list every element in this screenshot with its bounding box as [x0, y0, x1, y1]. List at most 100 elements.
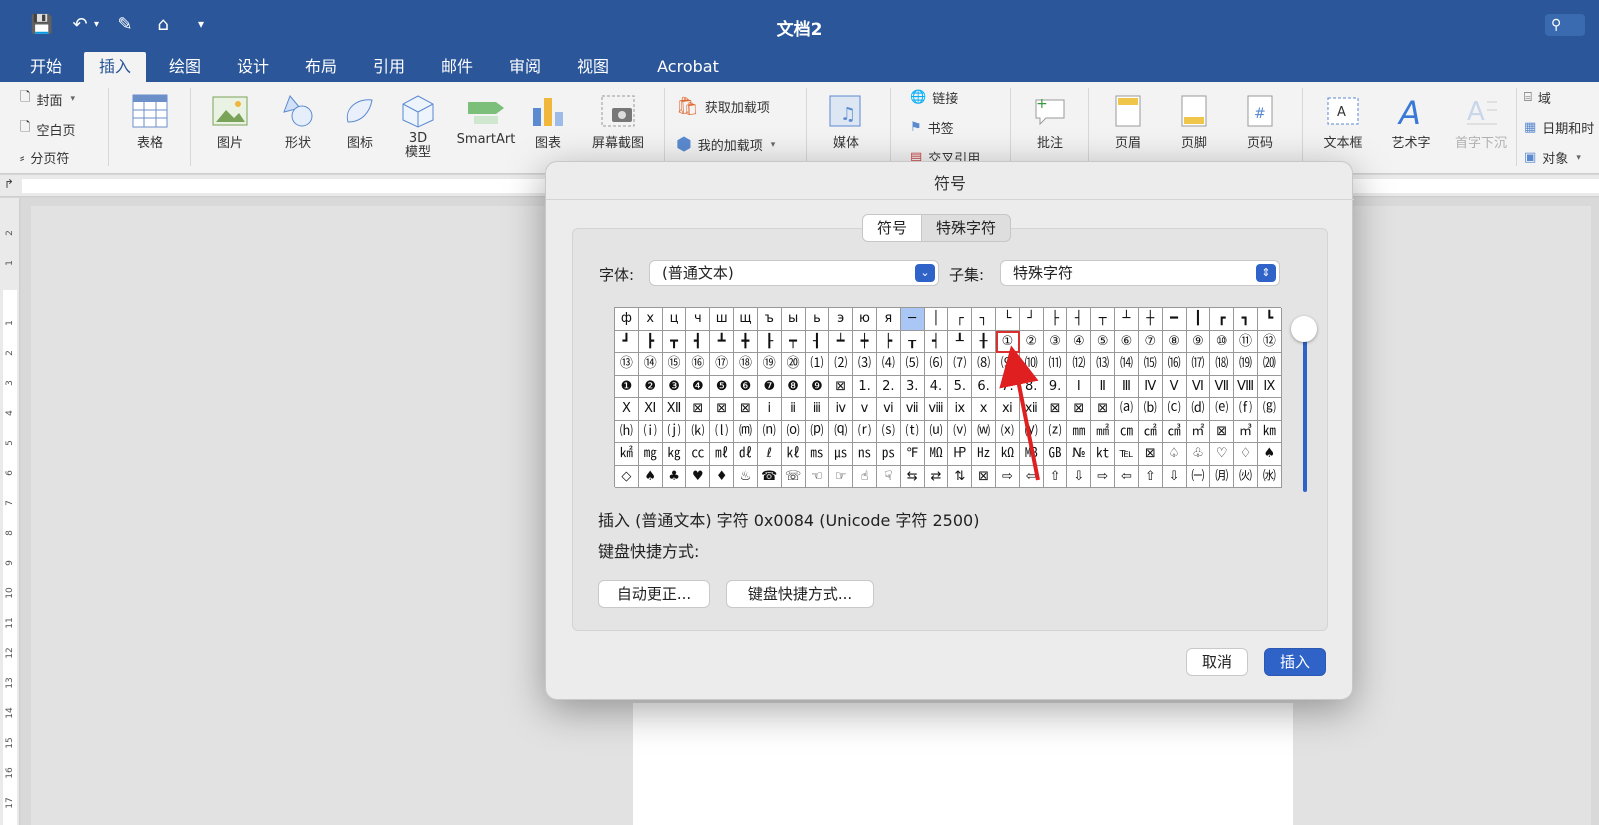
textbox-button[interactable]: A 文本框 [1312, 94, 1374, 151]
symbol-cell[interactable]: ㏁ [924, 443, 949, 466]
symbol-cell[interactable]: ⅱ [781, 398, 806, 421]
symbol-cell[interactable]: ❽ [781, 375, 806, 398]
symbol-cell[interactable]: ㎰ [876, 443, 901, 466]
symbol-cell[interactable]: ⑬ [615, 353, 639, 376]
symbol-cell[interactable]: ♥ [686, 465, 711, 488]
symbol-cell[interactable]: ⒜ [1115, 398, 1139, 421]
symbol-cell[interactable]: ⑧ [1162, 330, 1187, 353]
symbol-cell[interactable]: ┃ [1186, 308, 1211, 331]
symbol-cell[interactable]: ⇨ [1091, 465, 1116, 488]
symbol-cell[interactable]: ⅸ [948, 398, 973, 421]
symbol-cell[interactable]: ⊠ [710, 398, 735, 421]
symbol-cell[interactable]: ❹ [686, 375, 711, 398]
symbol-cell[interactable]: ⒆ [1234, 353, 1258, 376]
symbol-cell[interactable]: ⑼ [996, 353, 1020, 376]
symbol-cell[interactable]: ┨ [805, 330, 830, 353]
symbol-cell[interactable]: ⑮ [662, 353, 687, 376]
symbol-cell[interactable]: ш [710, 308, 735, 331]
symbol-cell[interactable]: ч [686, 308, 711, 331]
symbol-cell[interactable]: ⊠ [1043, 398, 1068, 421]
symbol-cell[interactable]: ⒲ [972, 420, 996, 443]
symbol-cell[interactable]: ㎠ [1138, 420, 1163, 443]
symbol-cell[interactable]: Ⅴ [1162, 375, 1187, 398]
symbol-cell[interactable]: ⒳ [996, 420, 1020, 443]
symbol-cell[interactable]: ┛ [615, 330, 639, 353]
symbol-cell[interactable]: ⑺ [948, 353, 973, 376]
symbol-cell[interactable]: 8. [1019, 375, 1044, 398]
symbol-cell[interactable]: ⒦ [686, 420, 711, 443]
symbol-cell[interactable]: ⒣ [615, 420, 639, 443]
symbol-cell[interactable]: ⒴ [1019, 420, 1044, 443]
symbol-cell[interactable]: ⇧ [1138, 465, 1163, 488]
symbol-cell[interactable]: ┗ [1257, 308, 1282, 331]
symbol-cell[interactable]: ┐ [972, 308, 996, 331]
symbol-cell[interactable]: ⒠ [1210, 398, 1235, 421]
tab-acrobat[interactable]: Acrobat [648, 52, 728, 82]
symbol-cell[interactable]: ⒅ [1210, 353, 1235, 376]
symbol-cell[interactable]: ⒢ [1257, 398, 1282, 421]
symbol-cell[interactable]: ⑥ [1115, 330, 1139, 353]
symbol-cell[interactable]: ㎏ [662, 443, 687, 466]
symbol-cell[interactable]: ❾ [805, 375, 830, 398]
symbol-cell[interactable]: ─ [900, 308, 925, 331]
symbol-cell[interactable]: ⒨ [734, 420, 758, 443]
symbol-cell[interactable]: ④ [1067, 330, 1092, 353]
symbol-cell[interactable]: ㎟ [1091, 420, 1116, 443]
symbol-cell[interactable]: ⑩ [1210, 330, 1235, 353]
symbol-cell[interactable]: ⅲ [805, 398, 830, 421]
symbol-cell[interactable]: ⇄ [924, 465, 949, 488]
symbol-cell[interactable]: ⑴ [805, 353, 830, 376]
symbol-cell[interactable]: ♡ [1210, 443, 1235, 466]
symbol-cell[interactable]: ⒬ [829, 420, 854, 443]
font-select[interactable]: (普通文本) ⌄ [649, 260, 939, 286]
symbol-cell[interactable]: ⇦ [1115, 465, 1139, 488]
symbol-cell[interactable]: ⒁ [1115, 353, 1139, 376]
vertical-ruler[interactable]: 2 1 1 2 3 4 5 6 7 8 9 10 11 12 13 14 15 16 17 [0, 198, 20, 825]
symbol-cell[interactable]: ⒥ [662, 420, 687, 443]
symbol-cell[interactable]: ┤ [1067, 308, 1092, 331]
symbol-cell[interactable]: ⒞ [1162, 398, 1187, 421]
symbol-cell[interactable]: ♣ [662, 465, 687, 488]
symbol-cell[interactable]: ⅵ [876, 398, 901, 421]
tab-layout[interactable]: 布局 [296, 52, 346, 82]
symbol-cell[interactable]: ⑨ [1186, 330, 1211, 353]
symbol-cell[interactable]: ㏋ [948, 443, 973, 466]
symbol-cell[interactable]: ┰ [900, 330, 925, 353]
symbol-cell[interactable]: ♠ [638, 465, 663, 488]
symbol-cell[interactable]: ⇅ [948, 465, 973, 488]
symbol-cell[interactable]: ┫ [686, 330, 711, 353]
symbol-cell[interactable]: ⑪ [1234, 330, 1258, 353]
scrollbar-knob[interactable] [1291, 316, 1317, 342]
symbol-cell[interactable]: ⑹ [924, 353, 949, 376]
symbol-cell[interactable]: ┘ [1019, 308, 1044, 331]
symbol-cell[interactable]: ㈬ [1257, 465, 1282, 488]
symbol-cell[interactable]: ⑤ [1091, 330, 1116, 353]
symbol-cell[interactable]: ⒭ [853, 420, 877, 443]
symbol-cell[interactable]: ⇦ [1019, 465, 1044, 488]
symbol-cell[interactable]: 2. [876, 375, 901, 398]
symbol-cell[interactable]: 9. [1043, 375, 1068, 398]
symbol-cell[interactable]: э [829, 308, 854, 331]
symbol-cell[interactable]: ③ [1043, 330, 1068, 353]
symbol-cell[interactable]: ❺ [710, 375, 735, 398]
symbol-cell[interactable]: ⑸ [900, 353, 925, 376]
symbol-cell[interactable]: ⑫ [1257, 330, 1282, 353]
symbol-cell[interactable]: ⇨ [996, 465, 1020, 488]
cancel-button[interactable]: 取消 [1186, 648, 1248, 676]
symbol-cell[interactable]: ц [662, 308, 687, 331]
tab-review[interactable]: 审阅 [500, 52, 550, 82]
symbol-cell[interactable]: ┳ [662, 330, 687, 353]
tab-home[interactable]: 开始 [22, 52, 70, 82]
symbol-cell[interactable]: ⅳ [829, 398, 854, 421]
symbol-cell[interactable]: ① [996, 330, 1020, 353]
picture-button[interactable]: 图片 [200, 94, 260, 151]
dropcap-button[interactable]: A 首字下沉 [1446, 94, 1516, 151]
symbol-cell[interactable]: № [1067, 443, 1092, 466]
symbol-cell[interactable]: ━ [1162, 308, 1187, 331]
symbol-cell[interactable]: ь [805, 308, 830, 331]
symbol-cell[interactable]: ⇧ [1043, 465, 1068, 488]
symbol-cell[interactable]: ⊠ [1210, 420, 1235, 443]
tab-view[interactable]: 视图 [568, 52, 618, 82]
header-button[interactable]: 页眉 [1098, 94, 1158, 151]
symbol-cell[interactable]: ⒫ [805, 420, 830, 443]
